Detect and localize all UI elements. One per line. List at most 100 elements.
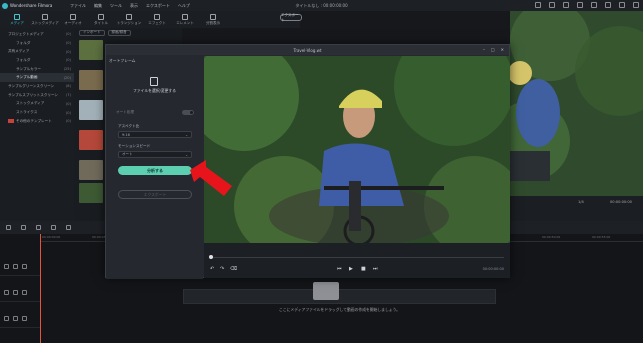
sidebar-item-folder[interactable]: フォルダ (0) xyxy=(0,39,74,48)
sidebar-item-count: (25) xyxy=(63,67,71,72)
scrub-handle[interactable] xyxy=(209,255,213,259)
media-thumbnail[interactable] xyxy=(79,40,103,60)
maximize-icon[interactable]: □ xyxy=(491,47,495,52)
tab-elements[interactable]: エレメント xyxy=(171,11,199,28)
previous-frame-icon[interactable]: ⏮ xyxy=(337,266,342,272)
delete-icon[interactable]: ⌫ xyxy=(230,266,237,272)
eye-icon[interactable] xyxy=(22,290,27,295)
sidebar-item-label: フォルダ xyxy=(16,40,31,45)
main-toolbar: メディア ストックメディア オーディオ タイトル トランジション エフェクト エ… xyxy=(0,11,300,28)
sidebar-item-sample-video[interactable]: サンプル動画 (20) xyxy=(0,73,74,83)
video-preview xyxy=(204,56,510,243)
speaker-icon[interactable] xyxy=(22,316,27,321)
motion-speed-select[interactable]: オート ⌄ xyxy=(118,151,192,158)
sidebar-item-other-templates[interactable]: その他のテンプレート (0) xyxy=(0,117,74,126)
file-import-icon[interactable] xyxy=(150,77,158,86)
select-value: オート xyxy=(122,152,133,156)
scrub-bar[interactable] xyxy=(210,257,504,258)
sidebar-item-count: (0) xyxy=(65,41,71,46)
dialog-window-controls: – □ ✕ xyxy=(483,47,504,52)
analyze-button[interactable]: 分析する xyxy=(118,166,192,175)
drop-media-icon xyxy=(313,282,339,300)
maximize-icon[interactable] xyxy=(619,2,625,8)
next-frame-icon[interactable]: ⏭ xyxy=(373,266,378,272)
sidebar-item-strikes[interactable]: ストライクス (0) xyxy=(0,108,74,117)
sidebar-item-count: (0) xyxy=(65,110,71,115)
media-thumbnail[interactable] xyxy=(79,130,103,150)
zoom-label[interactable]: 1/4 xyxy=(578,200,584,204)
tab-transitions[interactable]: トランジション xyxy=(115,11,143,28)
sidebar-item-stock-media[interactable]: ストックメディア (0) xyxy=(0,100,74,109)
crop-icon[interactable] xyxy=(66,225,71,230)
save-icon[interactable] xyxy=(577,2,583,8)
auto-process-row: オート処理 xyxy=(116,110,194,115)
minimize-icon[interactable]: – xyxy=(483,47,485,52)
select-value: 9:16 xyxy=(122,132,130,137)
minimize-icon[interactable] xyxy=(605,2,611,8)
dialog-title-bar: Travel-Vlog.wt – □ ✕ xyxy=(106,45,509,55)
toggle-label: オート処理 xyxy=(116,110,134,114)
select-file-link[interactable]: ファイルを選択/変更する xyxy=(106,88,203,94)
sidebar-item-count: (8) xyxy=(65,84,71,89)
preview-controls: 1/4 00:00:00:00 xyxy=(510,196,643,221)
media-icon xyxy=(14,13,20,20)
editor-preview xyxy=(510,11,643,196)
sidebar-item-sample-split-screen[interactable]: サンプルスプリットスクリーン (7) xyxy=(0,91,74,100)
sidebar-item-folder[interactable]: フォルダ (0) xyxy=(0,56,74,65)
undo-icon[interactable] xyxy=(6,225,11,230)
sidebar-item-count: (0) xyxy=(65,101,71,106)
tab-effects[interactable]: エフェクト xyxy=(143,11,171,28)
media-thumbnail[interactable] xyxy=(79,160,103,180)
cut-icon[interactable] xyxy=(51,225,56,230)
sidebar-item-sample-green-screen[interactable]: サンプルグリーンスクリーン (8) xyxy=(0,82,74,91)
ruler-label: 00:00:50:00 xyxy=(542,235,561,239)
media-library-sidebar: プロジェクトメディア (0) フォルダ (0) 共有メディア (0) フォルダ (0) … xyxy=(0,28,74,221)
undo-icon[interactable]: ↶ xyxy=(210,266,214,272)
play-icon[interactable]: ▶ xyxy=(349,266,353,272)
auto-process-toggle[interactable] xyxy=(182,110,194,115)
timeline-drop-zone[interactable] xyxy=(183,289,496,304)
close-icon[interactable]: ✕ xyxy=(501,47,504,52)
media-thumbnail[interactable] xyxy=(79,183,103,203)
record-dropdown[interactable]: 録画/録音 xyxy=(107,29,131,36)
message-icon[interactable] xyxy=(563,2,569,8)
tab-media[interactable]: メディア xyxy=(3,11,31,28)
cart-icon[interactable] xyxy=(591,2,597,8)
transition-icon xyxy=(126,13,132,20)
sidebar-item-count: (0) xyxy=(65,119,71,124)
sidebar-item-label: プロジェクトメディア xyxy=(8,31,44,36)
lock-icon[interactable] xyxy=(13,264,18,269)
aspect-ratio-label: アスペクト比 xyxy=(118,124,140,128)
import-dropdown[interactable]: インポート xyxy=(79,29,105,36)
sidebar-item-project-media[interactable]: プロジェクトメディア (0) xyxy=(0,30,74,39)
lightbulb-icon[interactable] xyxy=(535,2,541,8)
delete-icon[interactable] xyxy=(36,225,41,230)
sidebar-item-label: その他のテンプレート xyxy=(16,118,52,123)
tab-audio[interactable]: オーディオ xyxy=(59,11,87,28)
tab-stock-media[interactable]: ストックメディア xyxy=(31,11,59,28)
redo-icon[interactable]: ↷ xyxy=(220,266,224,272)
tab-split-screen[interactable]: 分割表示 xyxy=(199,11,227,28)
annotation-arrow-icon xyxy=(190,160,232,196)
media-thumbnail[interactable] xyxy=(79,70,103,90)
tab-titles[interactable]: タイトル xyxy=(87,11,115,28)
sidebar-item-count: (7) xyxy=(65,93,71,98)
aspect-ratio-select[interactable]: 9:16 ⌄ xyxy=(118,131,192,138)
playhead[interactable] xyxy=(40,234,41,343)
close-icon[interactable] xyxy=(633,2,639,8)
stop-icon[interactable]: ■ xyxy=(361,266,366,272)
dialog-export-button[interactable]: エクスポート xyxy=(118,190,192,199)
media-thumbnail[interactable] xyxy=(79,100,103,120)
eye-icon[interactable] xyxy=(22,264,27,269)
redo-icon[interactable] xyxy=(21,225,26,230)
user-icon[interactable] xyxy=(549,2,555,8)
audio-track-icon xyxy=(4,316,9,321)
tab-label: エレメント xyxy=(176,20,194,25)
lock-icon[interactable] xyxy=(13,316,18,321)
sidebar-item-shared-media[interactable]: 共有メディア (0) xyxy=(0,47,74,56)
media-filter-bar: インポート 録画/録音 xyxy=(74,28,182,37)
sidebar-item-sample-colors[interactable]: サンプルカラー (25) xyxy=(0,65,74,74)
preview-time: 00:00:00:00 xyxy=(610,200,632,204)
export-button[interactable]: エクスポート xyxy=(280,13,302,22)
lock-icon[interactable] xyxy=(13,290,18,295)
